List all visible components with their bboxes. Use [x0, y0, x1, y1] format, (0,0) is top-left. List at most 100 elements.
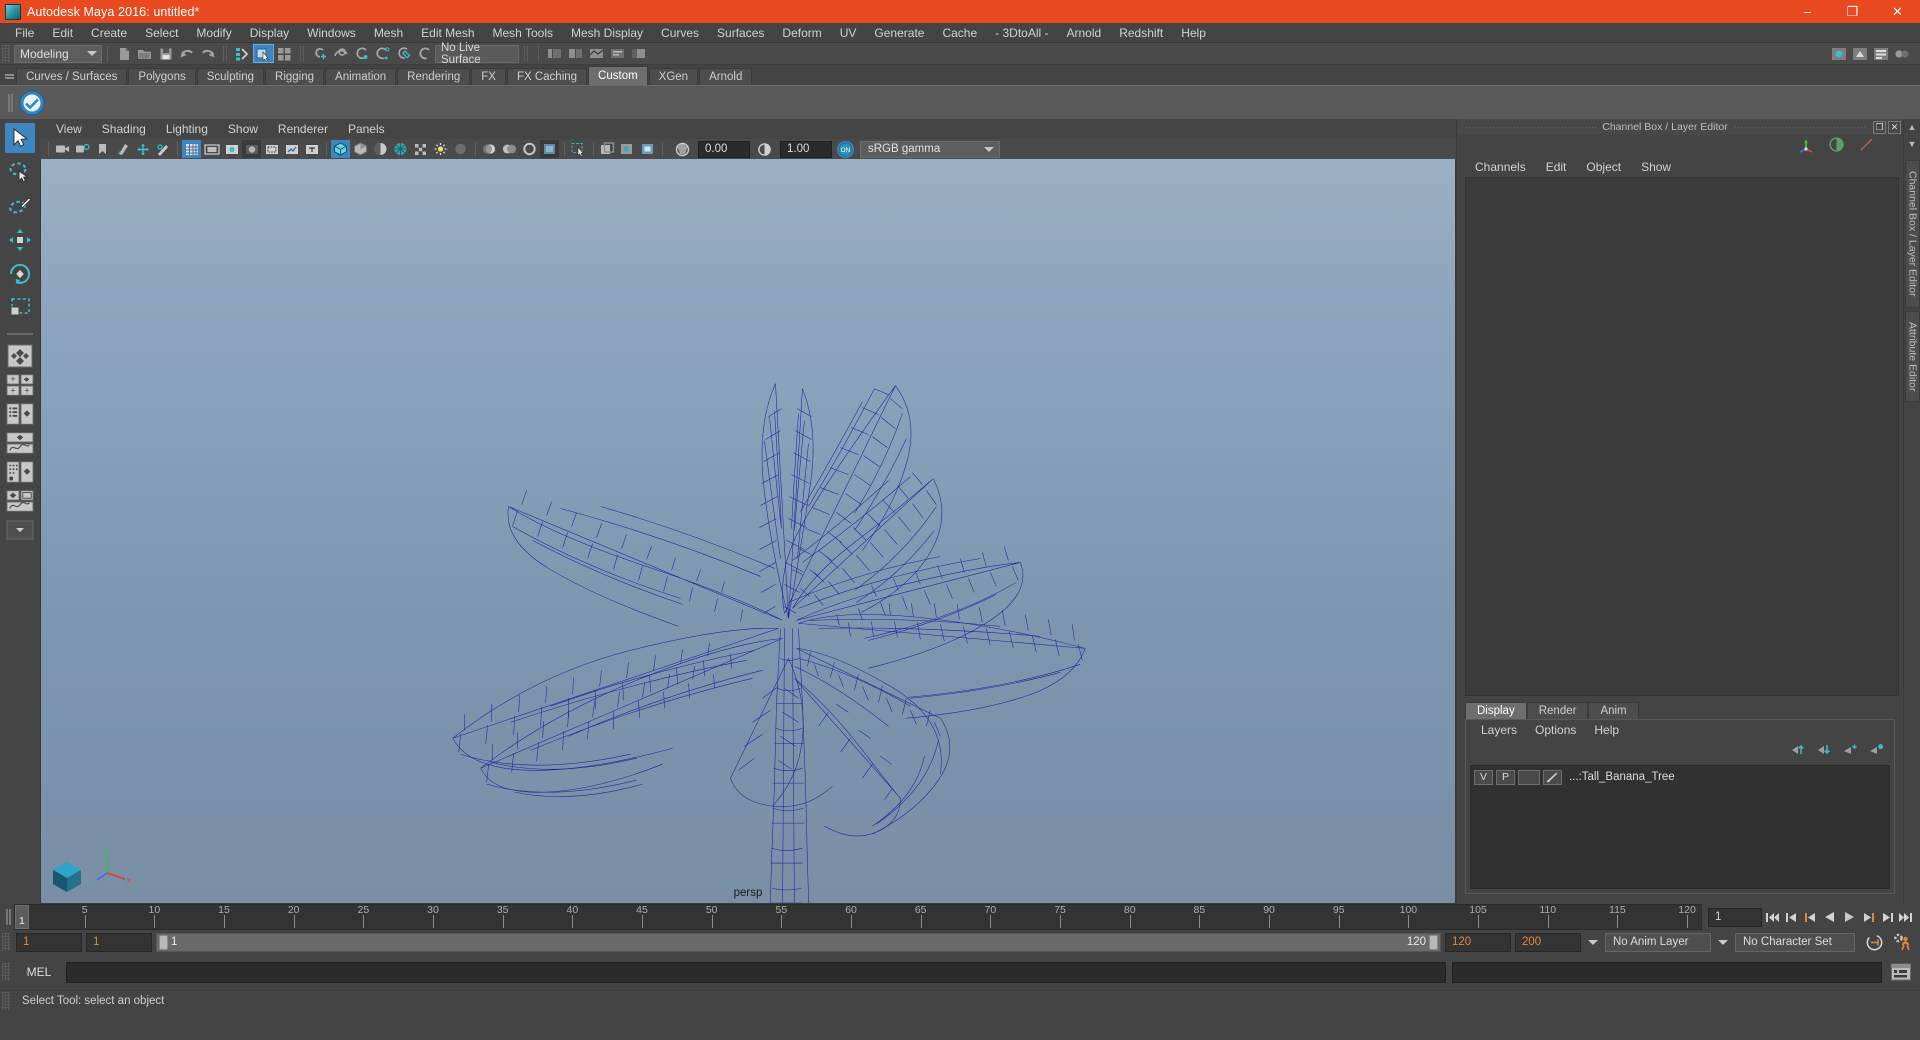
- float-panel-button[interactable]: ❐: [1873, 120, 1886, 134]
- new-scene-icon[interactable]: [113, 44, 134, 63]
- menu-windows[interactable]: Windows: [298, 23, 365, 43]
- range-slider-track[interactable]: 1 120: [156, 932, 1441, 952]
- go-to-end-icon[interactable]: [1897, 907, 1914, 927]
- shelf-tab-custom[interactable]: Custom: [588, 66, 648, 85]
- shelf-tab-arnold[interactable]: Arnold: [699, 68, 753, 85]
- gate-mask-icon[interactable]: [242, 140, 261, 158]
- text-overlay-icon[interactable]: [302, 140, 321, 158]
- camera-bookmark-icon[interactable]: [73, 140, 92, 158]
- channelbox-menu-channels[interactable]: Channels: [1465, 160, 1536, 174]
- menu-mesh[interactable]: Mesh: [365, 23, 412, 43]
- move-tool[interactable]: [5, 225, 35, 255]
- grid-toggle-icon[interactable]: [182, 140, 201, 158]
- toolbar-grip[interactable]: [2, 44, 10, 63]
- scroll-down-icon[interactable]: ▼: [1907, 139, 1918, 150]
- snap-grid-icon[interactable]: [309, 44, 330, 63]
- live-surface-field[interactable]: No Live Surface: [435, 42, 519, 66]
- show-manipulator-icon[interactable]: [544, 44, 565, 63]
- smooth-shade-icon[interactable]: [351, 140, 370, 158]
- viewport-menu-shading[interactable]: Shading: [92, 119, 156, 139]
- channelbox-menu-object[interactable]: Object: [1576, 160, 1631, 174]
- isolate-select-icon[interactable]: [540, 140, 559, 158]
- multisample-icon[interactable]: [500, 140, 519, 158]
- paint-select-tool[interactable]: [5, 191, 35, 221]
- rotate-tool[interactable]: [5, 259, 35, 289]
- channel-box-icon[interactable]: [1798, 136, 1815, 156]
- flat-shade-icon[interactable]: [371, 140, 390, 158]
- exposure-field[interactable]: 0.00: [698, 140, 750, 158]
- shelf-grip[interactable]: [2, 88, 16, 118]
- playback-end-field[interactable]: 120: [1445, 932, 1511, 952]
- lasso-select-tool[interactable]: [5, 157, 35, 187]
- camera-attributes-icon[interactable]: [53, 140, 72, 158]
- playback-start-field[interactable]: 1: [86, 932, 152, 952]
- viewport-menu-panels[interactable]: Panels: [338, 119, 395, 139]
- animation-preferences-icon[interactable]: [1893, 933, 1912, 952]
- viewport-menu-renderer[interactable]: Renderer: [268, 119, 338, 139]
- layout-more-dropdown[interactable]: [6, 517, 34, 543]
- menu-redshift[interactable]: Redshift: [1110, 23, 1172, 43]
- two-d-pan-zoom-icon[interactable]: [113, 140, 132, 158]
- vertical-tab-attribute-editor[interactable]: Attribute Editor: [1904, 310, 1920, 402]
- menu-mesh-display[interactable]: Mesh Display: [562, 23, 652, 43]
- channelbox-menu-show[interactable]: Show: [1631, 160, 1681, 174]
- save-scene-icon[interactable]: [155, 44, 176, 63]
- layer-tab-anim[interactable]: Anim: [1588, 702, 1639, 719]
- anim-layer-chevron-icon[interactable]: [1588, 939, 1598, 945]
- menu-deform[interactable]: Deform: [773, 23, 830, 43]
- render-settings-icon[interactable]: [1870, 44, 1891, 63]
- grease-pencil-icon[interactable]: [133, 140, 152, 158]
- shelf-tab-fx[interactable]: FX: [471, 68, 506, 85]
- menu-create[interactable]: Create: [82, 23, 136, 43]
- script-editor-icon[interactable]: [1888, 959, 1914, 985]
- menu-edit[interactable]: Edit: [43, 23, 82, 43]
- step-back-frame-icon[interactable]: [1802, 907, 1819, 927]
- shelf-tab-sculpting[interactable]: Sculpting: [196, 68, 265, 85]
- menu-cache[interactable]: Cache: [933, 23, 986, 43]
- minimize-button[interactable]: –: [1785, 0, 1830, 23]
- snap-projected-icon[interactable]: [372, 44, 393, 63]
- four-view-layout[interactable]: + + +: [6, 372, 34, 398]
- hypershade-icon[interactable]: [1891, 44, 1912, 63]
- move-layer-down-icon[interactable]: [1817, 743, 1832, 759]
- layer-menu-layers[interactable]: Layers: [1472, 723, 1526, 737]
- command-language-label[interactable]: MEL: [12, 965, 66, 979]
- attribute-editor-toggle-icon[interactable]: [607, 44, 628, 63]
- ipr-icon[interactable]: [153, 140, 172, 158]
- resolution-gate-icon[interactable]: [222, 140, 241, 158]
- viewport-menu-show[interactable]: Show: [218, 119, 268, 139]
- render-view-icon[interactable]: [1828, 44, 1849, 63]
- move-layer-up-icon[interactable]: [1791, 743, 1806, 759]
- shelf-tab-curves-surfaces[interactable]: Curves / Surfaces: [16, 68, 128, 85]
- xray-joints-icon[interactable]: [618, 140, 637, 158]
- wireframe-icon[interactable]: [331, 140, 350, 158]
- scale-tool[interactable]: [5, 293, 35, 323]
- snap-curve-icon[interactable]: [330, 44, 351, 63]
- persp-graph-layout[interactable]: [6, 430, 34, 456]
- new-layer-icon[interactable]: [1843, 743, 1858, 759]
- layer-visibility-toggle[interactable]: V: [1474, 769, 1493, 785]
- character-set-chevron-icon[interactable]: [1718, 939, 1728, 945]
- perspective-viewport[interactable]: y x persp: [40, 159, 1456, 904]
- ao-icon[interactable]: [451, 140, 470, 158]
- outliner-persp-layout[interactable]: [6, 401, 34, 427]
- attribute-editor-icon[interactable]: [1828, 136, 1845, 156]
- play-forwards-icon[interactable]: [1840, 907, 1857, 927]
- 3dtoall-badge-icon[interactable]: [16, 87, 48, 119]
- layer-row[interactable]: V P ...:Tall_Banana_Tree: [1471, 768, 1889, 786]
- select-tool[interactable]: [5, 123, 35, 153]
- ipr-render-icon[interactable]: [1849, 44, 1870, 63]
- step-forward-frame-icon[interactable]: [1859, 907, 1876, 927]
- layer-display-type-toggle[interactable]: [1518, 769, 1540, 785]
- anim-layer-dropdown[interactable]: No Anim Layer: [1605, 932, 1711, 952]
- menu-mesh-tools[interactable]: Mesh Tools: [484, 23, 562, 43]
- hypershade-persp-layout[interactable]: [6, 459, 34, 485]
- film-gate-icon[interactable]: [202, 140, 221, 158]
- select-hierarchy-icon[interactable]: [232, 44, 253, 63]
- depth-of-field-icon[interactable]: [520, 140, 539, 158]
- select-component-icon[interactable]: [274, 44, 295, 63]
- viewport-menu-lighting[interactable]: Lighting: [156, 119, 218, 139]
- menu-select[interactable]: Select: [136, 23, 187, 43]
- command-input[interactable]: [66, 961, 1446, 983]
- shelf-tab-polygons[interactable]: Polygons: [128, 68, 196, 85]
